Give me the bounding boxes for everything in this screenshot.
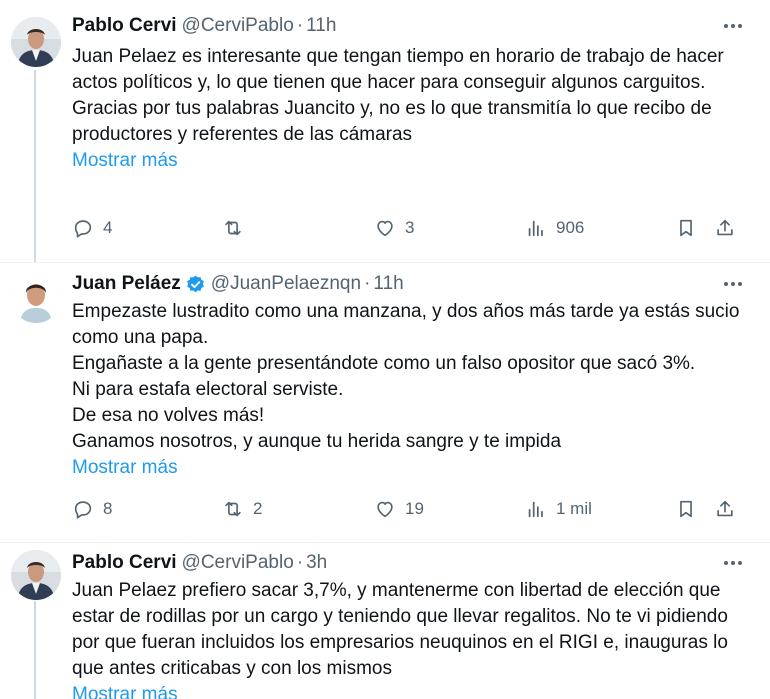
timestamp[interactable]: 11h [306, 15, 336, 37]
tweet-header: Pablo Cervi @CerviPablo · 3h [72, 551, 744, 575]
reply-icon [74, 501, 92, 519]
tweet-paragraph: Engañaste a la gente presentándote como … [72, 353, 696, 374]
conversation-timeline: Pablo Cervi @CerviPablo · 11h Juan Pelae… [0, 0, 770, 699]
avatar[interactable] [11, 273, 61, 323]
author-name[interactable]: Pablo Cervi [72, 552, 177, 574]
verified-badge-icon [185, 274, 206, 295]
tweet-paragraph: Juan Pelaez prefiero sacar 3,7%, y mante… [72, 580, 728, 679]
tweet-text: Juan Pelaez es interesante que tengan ti… [72, 44, 750, 174]
author-name[interactable]: Pablo Cervi [72, 15, 177, 37]
tweet-header: Juan Peláez @JuanPelaeznqn · 11h [72, 272, 744, 296]
avatar[interactable] [11, 550, 61, 600]
views-icon [528, 220, 543, 237]
reply-icon [74, 220, 92, 238]
tweet-text: Empezaste lustradito como una manzana, y… [72, 299, 750, 481]
author-name[interactable]: Juan Peláez [72, 273, 181, 295]
tweet[interactable]: Pablo Cervi @CerviPablo · 3h Juan Pelaez… [0, 542, 770, 699]
author-handle[interactable]: @JuanPelaeznqn [211, 273, 361, 295]
tweet-header: Pablo Cervi @CerviPablo · 11h [72, 14, 744, 38]
avatar[interactable] [11, 17, 61, 67]
timestamp[interactable]: 11h [373, 273, 403, 295]
author-handle[interactable]: @CerviPablo [182, 552, 294, 574]
more-icon[interactable] [722, 16, 744, 36]
views-count: 1 mil [556, 499, 592, 518]
bookmark-icon [680, 219, 692, 237]
tweet-paragraph: Ni para estafa electoral serviste. [72, 379, 344, 400]
separator-dot: · [296, 15, 304, 36]
bookmark-button[interactable] [675, 496, 697, 522]
retweet-icon [225, 220, 241, 236]
tweet-paragraph: Juan Pelaez es interesante que tengan ti… [72, 46, 724, 93]
share-button[interactable] [714, 496, 736, 522]
retweet-button[interactable] [222, 215, 253, 241]
retweet-icon [225, 501, 241, 517]
reply-button[interactable]: 8 [72, 496, 112, 522]
bookmark-button[interactable] [675, 215, 697, 241]
thread-line [34, 70, 36, 262]
views-button[interactable]: 906 [525, 215, 584, 241]
views-count: 906 [556, 218, 585, 237]
like-button[interactable]: 3 [374, 215, 414, 241]
reply-button[interactable]: 4 [72, 215, 112, 241]
tweet-paragraph: Gracias por tus palabras Juancito y, no … [72, 98, 712, 145]
tweet[interactable]: Juan Peláez @JuanPelaeznqn · 11h Empezas… [0, 262, 770, 543]
tweet[interactable]: Pablo Cervi @CerviPablo · 11h Juan Pelae… [0, 0, 770, 262]
author-handle[interactable]: @CerviPablo [182, 15, 294, 37]
reply-count: 8 [103, 499, 113, 518]
like-count: 3 [405, 218, 415, 237]
reply-count: 4 [103, 218, 113, 237]
bookmark-icon [680, 500, 692, 518]
tweet-actions: 8 2 19 1 mil [72, 496, 746, 522]
tweet-text: Juan Pelaez prefiero sacar 3,7%, y mante… [72, 578, 750, 699]
separator-dot: · [364, 273, 371, 294]
tweet-paragraph: Ganamos nosotros, y aunque tu herida san… [72, 431, 562, 452]
more-icon[interactable] [722, 553, 744, 573]
like-icon [377, 220, 393, 237]
tweet-actions: 4 3 906 [72, 215, 746, 241]
views-button[interactable]: 1 mil [525, 496, 592, 522]
retweet-button[interactable]: 2 [222, 496, 262, 522]
tweet-paragraph: Empezaste lustradito como una manzana, y… [72, 301, 740, 348]
like-count: 19 [405, 499, 424, 518]
show-more-link[interactable]: Mostrar más [72, 148, 750, 174]
share-icon [717, 500, 733, 517]
like-icon [377, 501, 393, 518]
thread-line [34, 601, 36, 699]
show-more-link[interactable]: Mostrar más [72, 455, 750, 481]
like-button[interactable]: 19 [374, 496, 424, 522]
separator-dot: · [296, 552, 304, 573]
share-button[interactable] [714, 215, 736, 241]
more-icon[interactable] [722, 274, 744, 294]
timestamp[interactable]: 3h [306, 552, 327, 574]
tweet-paragraph: De esa no volves más! [72, 405, 265, 426]
share-icon [717, 219, 733, 236]
views-icon [528, 501, 543, 518]
retweet-count: 2 [253, 499, 263, 518]
show-more-link[interactable]: Mostrar más [72, 682, 750, 699]
